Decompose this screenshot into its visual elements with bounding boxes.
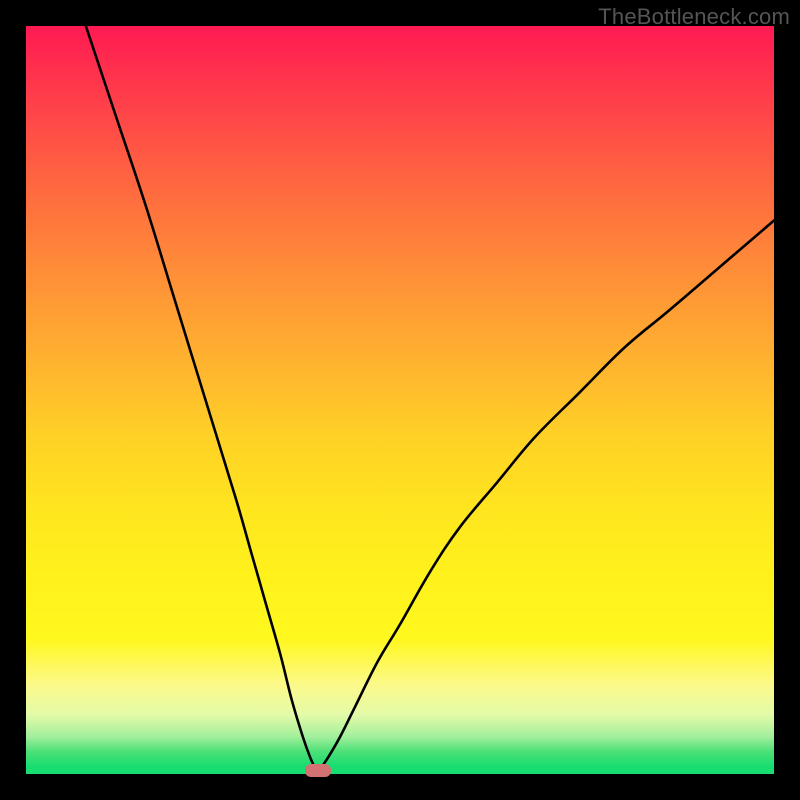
curve-layer [26,26,774,774]
curve-left-branch [86,26,318,773]
watermark-text: TheBottleneck.com [598,4,790,30]
curve-right-branch [318,220,774,772]
minimum-marker [305,764,331,777]
